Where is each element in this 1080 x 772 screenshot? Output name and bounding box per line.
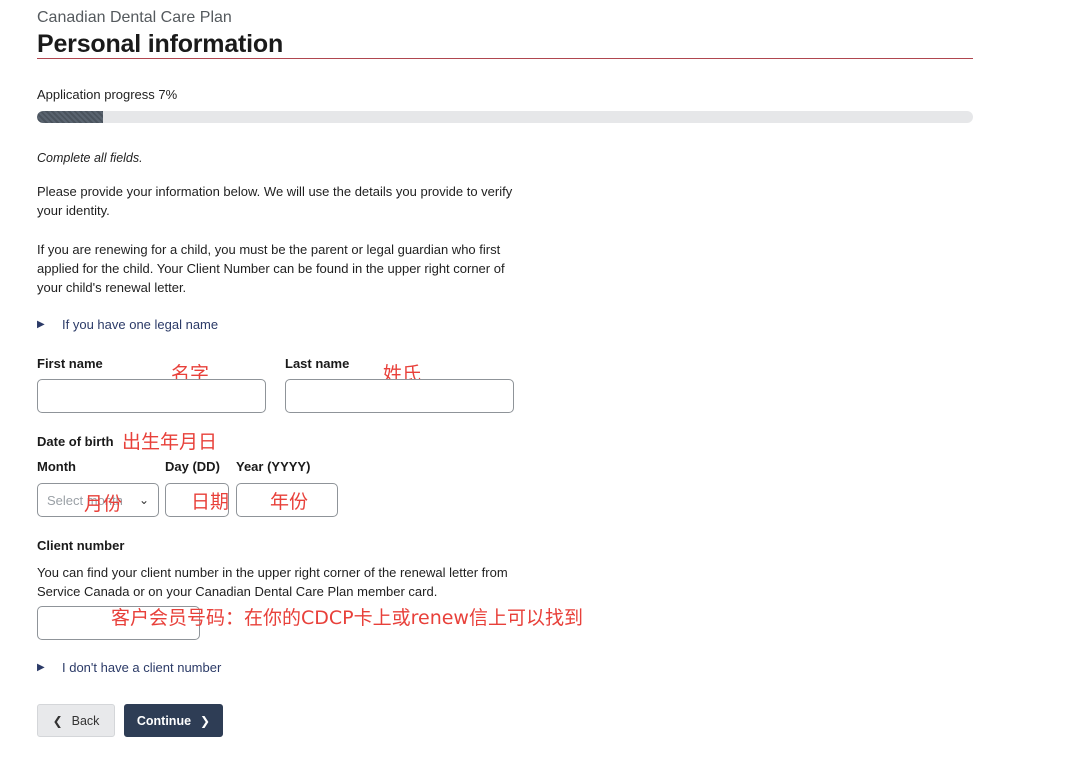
month-label: Month — [37, 459, 76, 474]
chevron-left-icon: ❮ — [52, 713, 63, 728]
client-number-label: Client number — [37, 538, 125, 553]
back-button-label: Back — [71, 713, 100, 728]
day-label: Day (DD) — [165, 459, 220, 474]
renewal-note-text: If you are renewing for a child, you mus… — [37, 242, 505, 295]
intro-text: Please provide your information below. W… — [37, 184, 513, 218]
no-client-number-toggle[interactable]: ▶ I don't have a client number — [37, 660, 221, 675]
first-name-input[interactable] — [37, 379, 266, 413]
date-of-birth-label: Date of birth — [37, 434, 114, 449]
page-supertitle: Canadian Dental Care Plan — [37, 9, 232, 26]
progress-bar — [37, 111, 973, 123]
month-annotation: 月份 — [84, 493, 123, 515]
triangle-right-icon: ▶ — [37, 662, 45, 673]
progress-bar-fill — [37, 111, 103, 123]
triangle-right-icon: ▶ — [37, 319, 45, 330]
no-client-number-toggle-label: I don't have a client number — [62, 660, 222, 675]
one-legal-name-toggle[interactable]: ▶ If you have one legal name — [37, 317, 218, 332]
year-label: Year (YYYY) — [236, 459, 311, 474]
client-number-annotation: 客户会员号码：在你的CDCP卡上或renew信上可以找到 — [111, 607, 583, 629]
page-title: Personal information — [37, 30, 284, 58]
continue-button[interactable]: Continue ❯ — [124, 704, 223, 737]
back-button[interactable]: ❮ Back — [37, 704, 115, 737]
year-annotation: 年份 — [270, 491, 309, 513]
one-legal-name-toggle-label: If you have one legal name — [62, 317, 219, 332]
chevron-down-icon: ⌄ — [138, 493, 149, 507]
last-name-input[interactable] — [285, 379, 514, 413]
day-annotation: 日期 — [191, 491, 230, 513]
title-divider — [37, 58, 973, 59]
required-hint: Complete all fields. — [37, 151, 143, 165]
client-number-help: You can find your client number in the u… — [37, 565, 508, 599]
progress-label: Application progress 7% — [37, 87, 178, 102]
date-of-birth-annotation: 出生年月日 — [122, 431, 218, 453]
chevron-right-icon: ❯ — [200, 713, 211, 728]
last-name-label: Last name — [285, 356, 350, 371]
first-name-label: First name — [37, 356, 103, 371]
continue-button-label: Continue — [136, 713, 192, 728]
